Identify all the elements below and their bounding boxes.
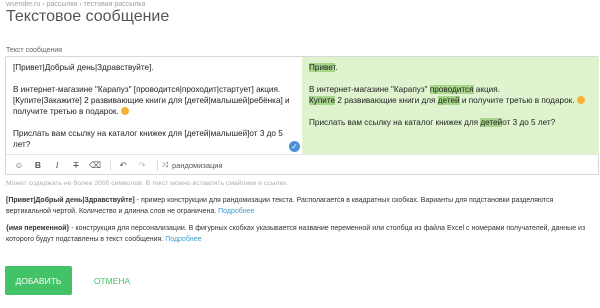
undo-icon[interactable]: ↶ [115, 157, 131, 173]
preview-highlight: проводится [429, 85, 474, 94]
redo-icon[interactable]: ↷ [134, 157, 150, 173]
preview-highlight: детей [437, 96, 460, 105]
preview-highlight: Купите [309, 96, 336, 105]
field-hint: Может содержать не более 2000 символов. … [6, 180, 288, 187]
preview-line: В интернет-магазине "Карапуз" проводится… [309, 84, 592, 106]
breadcrumb[interactable]: wsender.ru › рассылки › тестовая рассылк… [6, 1, 145, 8]
message-field-label: Текст сообщения [6, 47, 63, 54]
preview-highlight: детей [480, 118, 503, 127]
clear-format-icon[interactable]: ⌫ [87, 157, 103, 173]
preview-line: Привет. [309, 63, 338, 72]
help-term: {имя переменной} [6, 225, 70, 232]
toolbar-divider [157, 159, 158, 171]
help-randomization: [Привет|Добрый день|Здравствуйте] - прим… [6, 196, 594, 217]
message-preview: Привет. В интернет-магазине "Карапуз" пр… [302, 57, 599, 154]
toolbar-divider [110, 159, 111, 171]
gift-emoji-icon [576, 96, 585, 104]
preview-highlight: Привет [309, 63, 336, 72]
bold-button[interactable]: B [30, 157, 46, 173]
strikethrough-button[interactable]: T [68, 157, 84, 173]
randomize-label: рандомизация [172, 160, 223, 170]
editor-line: [Привет|Добрый день|Здравствуйте]. [13, 63, 154, 72]
italic-button[interactable]: I [49, 157, 65, 173]
editor-toolbar: ☺ B I T ⌫ ↶ ↷ ⤨ рандомизация [6, 154, 599, 175]
randomize-button[interactable]: ⤨ рандомизация [162, 160, 223, 170]
editor-line: Прислать вам ссылку на каталог книжек дл… [13, 129, 283, 149]
more-link[interactable]: Подробнее [165, 236, 201, 243]
message-textarea[interactable]: [Привет|Добрый день|Здравствуйте]. В инт… [6, 57, 302, 154]
gift-emoji-icon [121, 107, 130, 115]
page-title: Текстовое сообщение [6, 8, 170, 25]
help-term: [Привет|Добрый день|Здравствуйте] [6, 197, 135, 204]
editor-line: В интернет-магазине "Карапуз" [проводитс… [13, 85, 290, 116]
cancel-button[interactable]: ОТМЕНА [82, 266, 142, 295]
message-editor: [Привет|Добрый день|Здравствуйте]. В инт… [5, 56, 599, 175]
check-icon: ✓ [289, 141, 300, 152]
more-link[interactable]: Подробнее [218, 208, 254, 215]
add-button[interactable]: ДОБАВИТЬ [5, 266, 72, 295]
emoji-icon[interactable]: ☺ [11, 157, 27, 173]
help-text: - конструкция для персонализации. В фигу… [6, 225, 586, 243]
shuffle-icon: ⤨ [162, 160, 168, 169]
help-personalization: {имя переменной} - конструкция для персо… [6, 224, 594, 245]
preview-line: Прислать вам ссылку на каталог книжек дл… [309, 118, 556, 127]
